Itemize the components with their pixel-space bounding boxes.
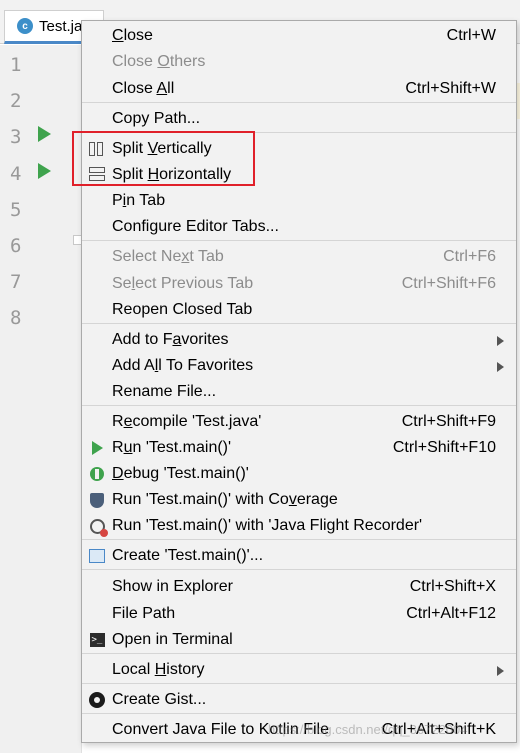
menu-separator xyxy=(82,569,516,570)
menu-item-add-to-favorites[interactable]: Add to Favorites xyxy=(82,327,516,353)
line-number: 5 xyxy=(10,199,22,221)
coverage-icon xyxy=(88,490,106,510)
shortcut: Ctrl+Shift+X xyxy=(409,578,496,595)
menu-item-show-in-explorer[interactable]: Show in Explorer Ctrl+Shift+X xyxy=(82,574,516,600)
line-number: 2 xyxy=(10,90,22,112)
menu-item-local-history[interactable]: Local History xyxy=(82,657,516,683)
line-number: 3 xyxy=(10,126,22,148)
line-number: 1 xyxy=(10,54,22,76)
menu-item-select-next-tab: Select Next Tab Ctrl+F6 xyxy=(112,248,496,265)
menu-item-debug[interactable]: Debug 'Test.main()' xyxy=(82,461,516,487)
shortcut: Ctrl+Shift+F6 xyxy=(401,275,496,292)
line-number: 7 xyxy=(10,271,22,293)
menu-item-file-path[interactable]: File Path Ctrl+Alt+F12 xyxy=(82,601,516,627)
menu-item-close-all[interactable]: Close All Ctrl+Shift+W xyxy=(82,76,516,102)
run-config-icon xyxy=(88,546,106,566)
menu-separator xyxy=(82,323,516,324)
line-number: 6 xyxy=(10,235,22,257)
menu-item-pin-tab[interactable]: Pin Tab xyxy=(82,188,516,214)
editor-tab-context-menu: Close Ctrl+W Close Others Close All Ctrl… xyxy=(81,20,517,743)
annotation-highlight-box xyxy=(72,131,255,186)
run-gutter-icon[interactable] xyxy=(38,126,51,142)
line-number: 4 xyxy=(10,163,22,185)
menu-item-close-others: Close Others xyxy=(112,53,206,70)
submenu-arrow-icon xyxy=(497,666,504,676)
menu-item-configure-editor-tabs[interactable]: Configure Editor Tabs... xyxy=(82,214,516,240)
shortcut: Ctrl+Shift+F9 xyxy=(401,413,496,430)
shortcut: Ctrl+Shift+W xyxy=(405,80,496,97)
shortcut: Ctrl+F6 xyxy=(443,248,496,265)
menu-separator xyxy=(82,683,516,684)
menu-separator xyxy=(82,713,516,714)
menu-item-add-all-to-favorites[interactable]: Add All To Favorites xyxy=(82,353,516,379)
submenu-arrow-icon xyxy=(497,336,504,346)
menu-item-select-previous-tab: Select Previous Tab Ctrl+Shift+F6 xyxy=(112,275,496,292)
menu-item-recompile[interactable]: Recompile 'Test.java' Ctrl+Shift+F9 xyxy=(82,409,516,435)
menu-item-run-with-coverage[interactable]: Run 'Test.main()' with Coverage xyxy=(82,487,516,513)
watermark: https://blog.csdn.net/qq_36722004 xyxy=(268,722,468,737)
menu-separator xyxy=(82,102,516,103)
shortcut: Ctrl+W xyxy=(446,27,496,44)
github-icon xyxy=(88,690,106,710)
menu-separator xyxy=(82,405,516,406)
shortcut: Ctrl+Alt+F12 xyxy=(406,605,496,622)
menu-item-rename-file[interactable]: Rename File... xyxy=(82,379,516,405)
shortcut: Ctrl+Shift+F10 xyxy=(392,439,496,456)
tab-label: Test.ja xyxy=(39,17,83,35)
editor-gutter: 1 2 3 4 5 6 7 8 xyxy=(0,45,82,753)
menu-item-copy-path[interactable]: Copy Path... xyxy=(82,106,516,132)
menu-item-reopen-closed-tab[interactable]: Reopen Closed Tab xyxy=(82,297,516,323)
line-number: 8 xyxy=(10,307,22,329)
menu-item-open-in-terminal[interactable]: >_ Open in Terminal xyxy=(82,627,516,653)
java-class-icon: c xyxy=(17,18,33,34)
menu-item-create-gist[interactable]: Create Gist... xyxy=(82,687,516,713)
debug-icon xyxy=(88,464,106,484)
menu-item-run-with-flight-recorder[interactable]: Run 'Test.main()' with 'Java Flight Reco… xyxy=(82,513,516,539)
flight-recorder-icon xyxy=(88,516,108,537)
run-gutter-icon[interactable] xyxy=(38,163,51,179)
menu-separator xyxy=(82,240,516,241)
menu-item-run[interactable]: Run 'Test.main()' Ctrl+Shift+F10 xyxy=(82,435,516,461)
run-icon xyxy=(88,438,106,458)
submenu-arrow-icon xyxy=(497,362,504,372)
menu-separator xyxy=(82,653,516,654)
menu-item-close[interactable]: Close Ctrl+W xyxy=(82,23,516,49)
menu-item-create-run-config[interactable]: Create 'Test.main()'... xyxy=(82,543,516,569)
menu-separator xyxy=(82,539,516,540)
terminal-icon: >_ xyxy=(88,630,106,650)
